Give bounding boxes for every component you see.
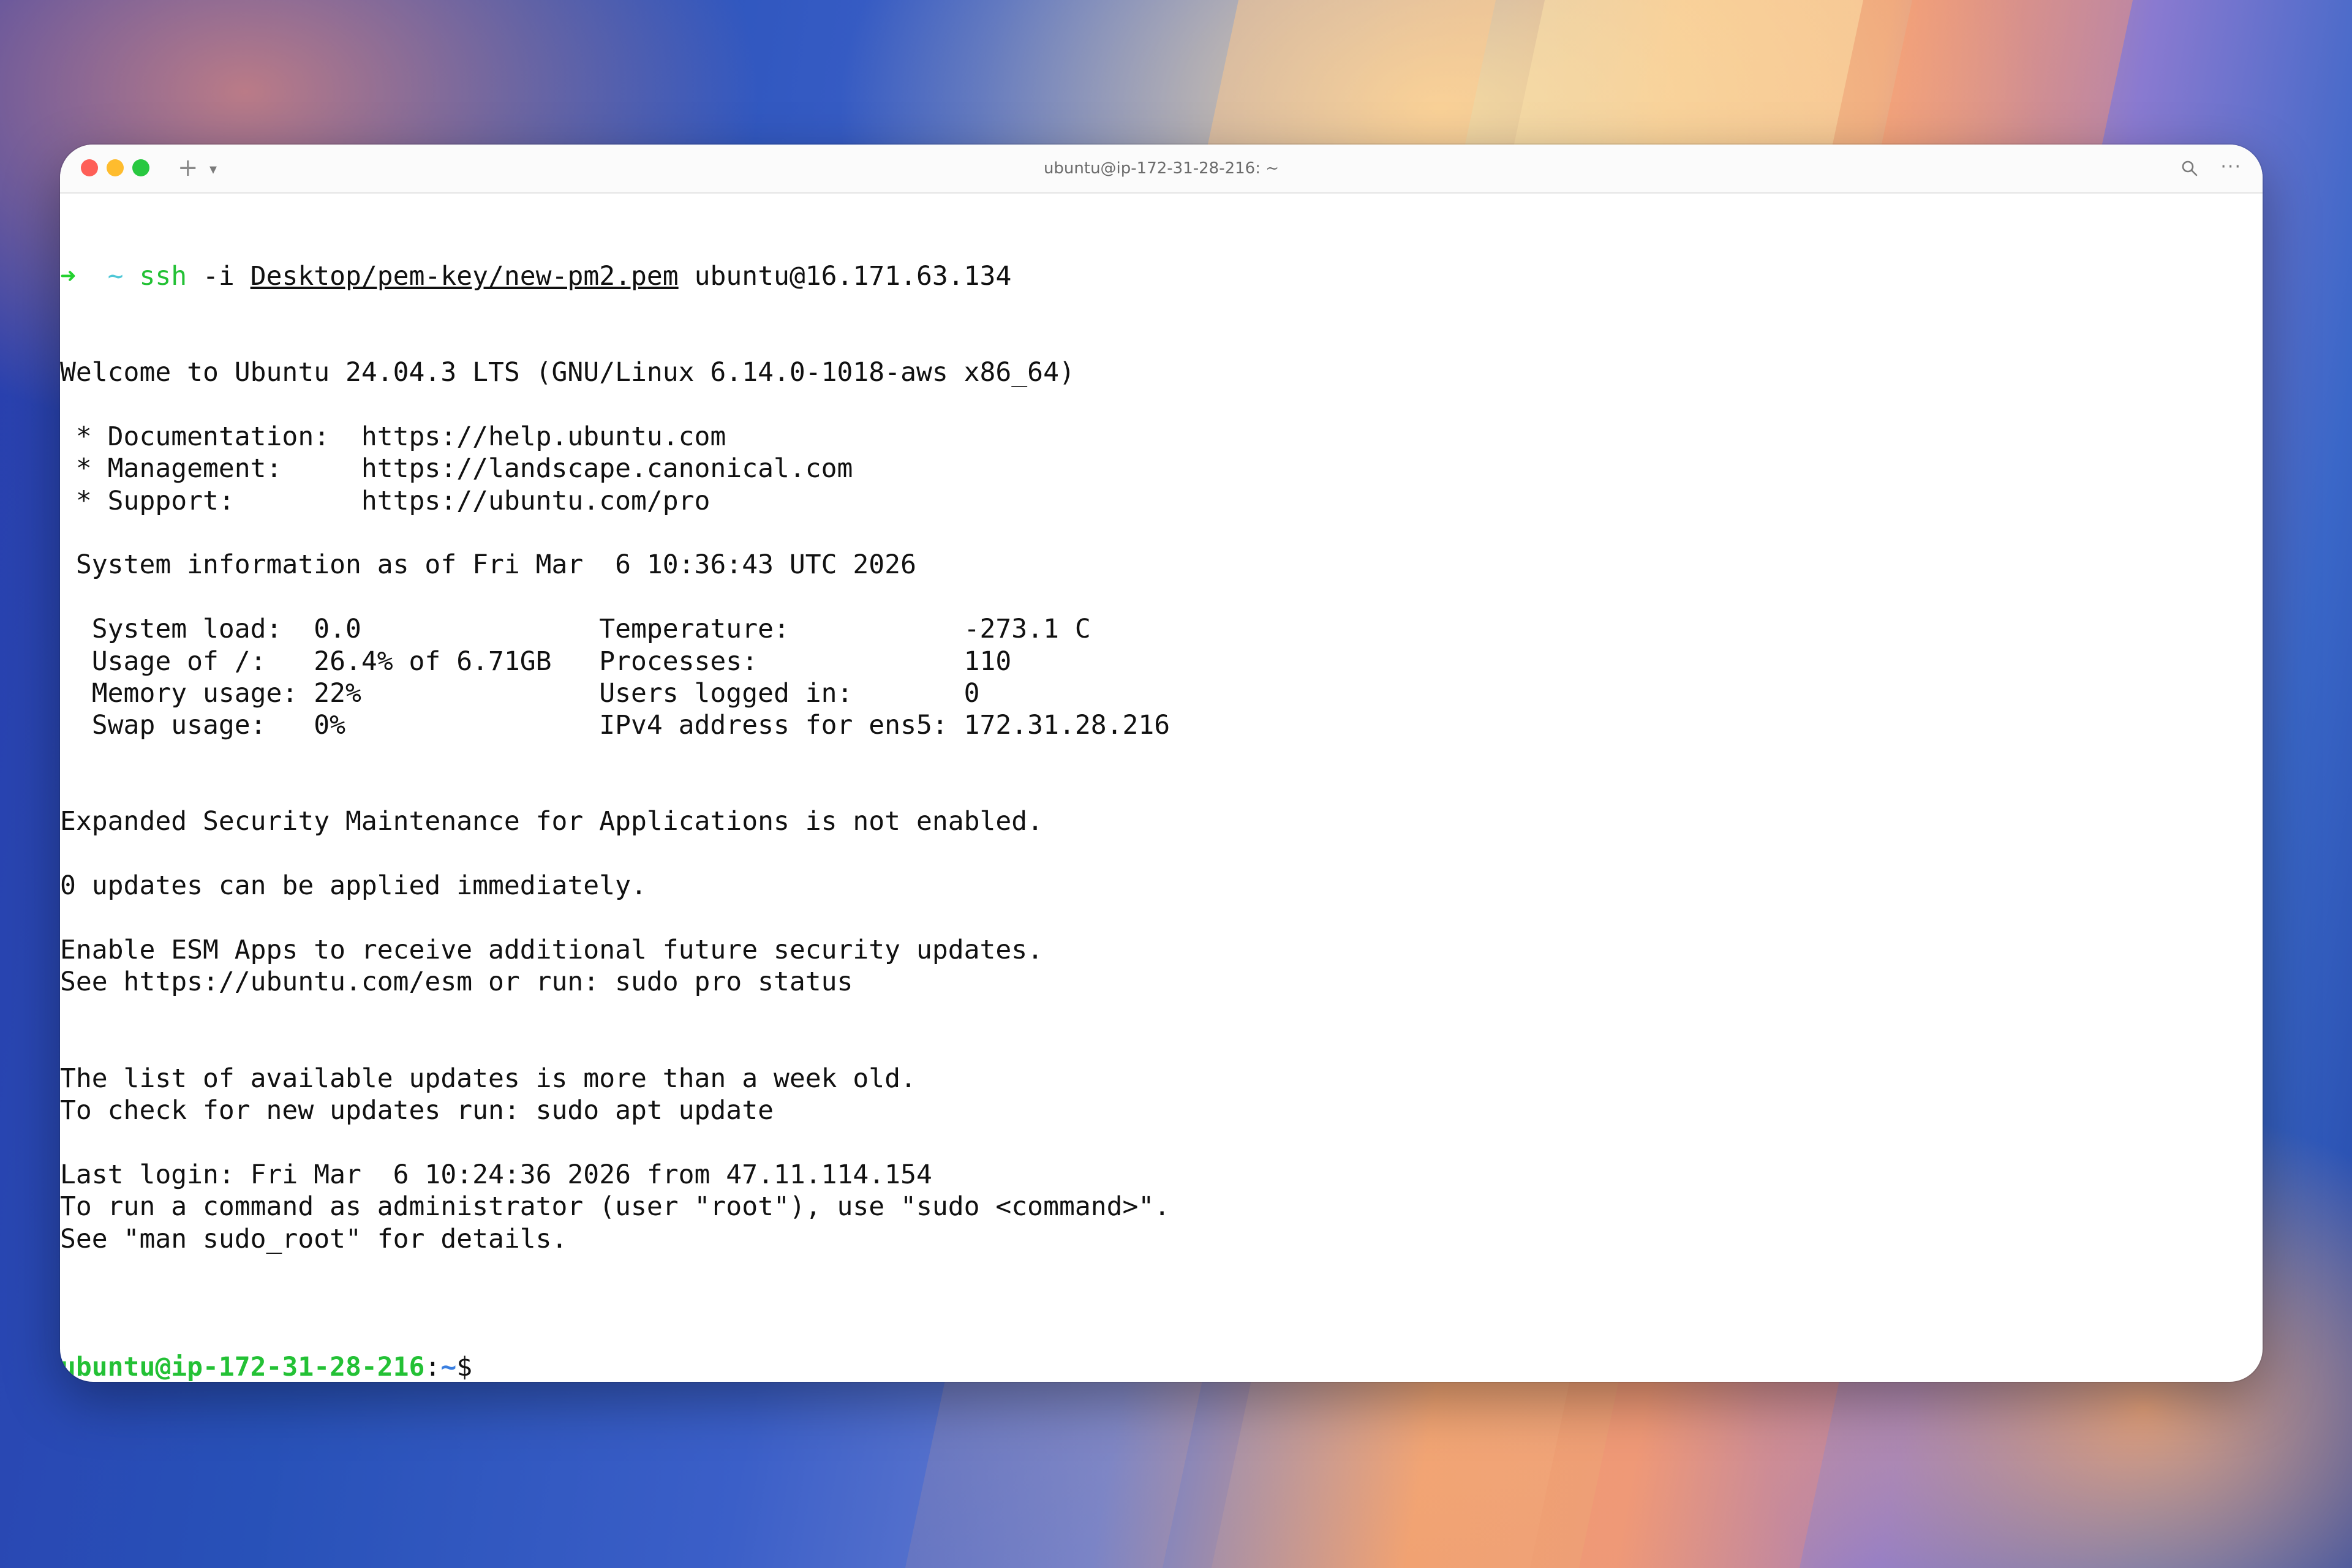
prompt-symbol: $ [456,1352,473,1382]
terminal-line: * Management: https://landscape.canonica… [60,453,853,484]
command-program: ssh [139,260,187,292]
terminal-line: To run a command as administrator (user … [60,1191,1170,1223]
terminal-line: Enable ESM Apps to receive additional fu… [60,935,1044,966]
window-title: ubuntu@ip-172-31-28-216: ~ [1043,159,1280,178]
prompt-separator: : [424,1352,441,1382]
command-line: ➜ ~ ssh -i Desktop/pem-key/new-pm2.pem u… [60,260,2263,292]
arrow-icon: ➜ [60,260,76,292]
command-target: ubuntu@16.171.63.134 [694,260,1012,292]
terminal-line: To check for new updates run: sudo apt u… [60,1095,774,1126]
prompt-path: ~ [440,1352,457,1382]
terminal-line: System information as of Fri Mar 6 10:36… [60,549,916,581]
terminal-window[interactable]: + ▾ ubuntu@ip-172-31-28-216: ~ ··· ➜ ~ s… [60,145,2263,1382]
cwd: ~ [107,260,124,292]
terminal-line: See https://ubuntu.com/esm or run: sudo … [60,967,853,998]
more-icon[interactable]: ··· [2220,157,2242,178]
prompt-user-host: ubuntu@ip-172-31-28-216 [60,1352,425,1382]
terminal-line: Memory usage: 22% Users logged in: 0 [60,677,980,709]
terminal-line: The list of available updates is more th… [60,1063,916,1094]
shell-prompt[interactable]: ubuntu@ip-172-31-28-216:~$ [60,1351,2263,1382]
terminal-line: * Support: https://ubuntu.com/pro [60,485,710,516]
terminal-line: Expanded Security Maintenance for Applic… [60,806,1044,837]
terminal-line: Last login: Fri Mar 6 10:24:36 2026 from… [60,1159,932,1190]
terminal-line: Usage of /: 26.4% of 6.71GB Processes: 1… [60,646,1012,677]
output-lines: Welcome to Ubuntu 24.04.3 LTS (GNU/Linux… [60,356,2263,1287]
command-key-path[interactable]: Desktop/pem-key/new-pm2.pem [251,261,679,292]
command-flag: -i [203,260,235,292]
title-bar[interactable]: + ▾ ubuntu@ip-172-31-28-216: ~ ··· [60,145,2263,194]
terminal-line: System load: 0.0 Temperature: -273.1 C [60,614,1091,645]
terminal-line: See "man sudo_root" for details. [60,1223,568,1254]
terminal-line: 0 updates can be applied immediately. [60,870,647,902]
terminal-line: Swap usage: 0% IPv4 address for ens5: 17… [60,710,1170,741]
terminal-output[interactable]: ➜ ~ ssh -i Desktop/pem-key/new-pm2.pem u… [60,192,2263,1382]
search-icon[interactable] [2180,159,2199,178]
terminal-line: Welcome to Ubuntu 24.04.3 LTS (GNU/Linux… [60,357,1075,388]
terminal-line: * Documentation: https://help.ubuntu.com [60,421,726,452]
